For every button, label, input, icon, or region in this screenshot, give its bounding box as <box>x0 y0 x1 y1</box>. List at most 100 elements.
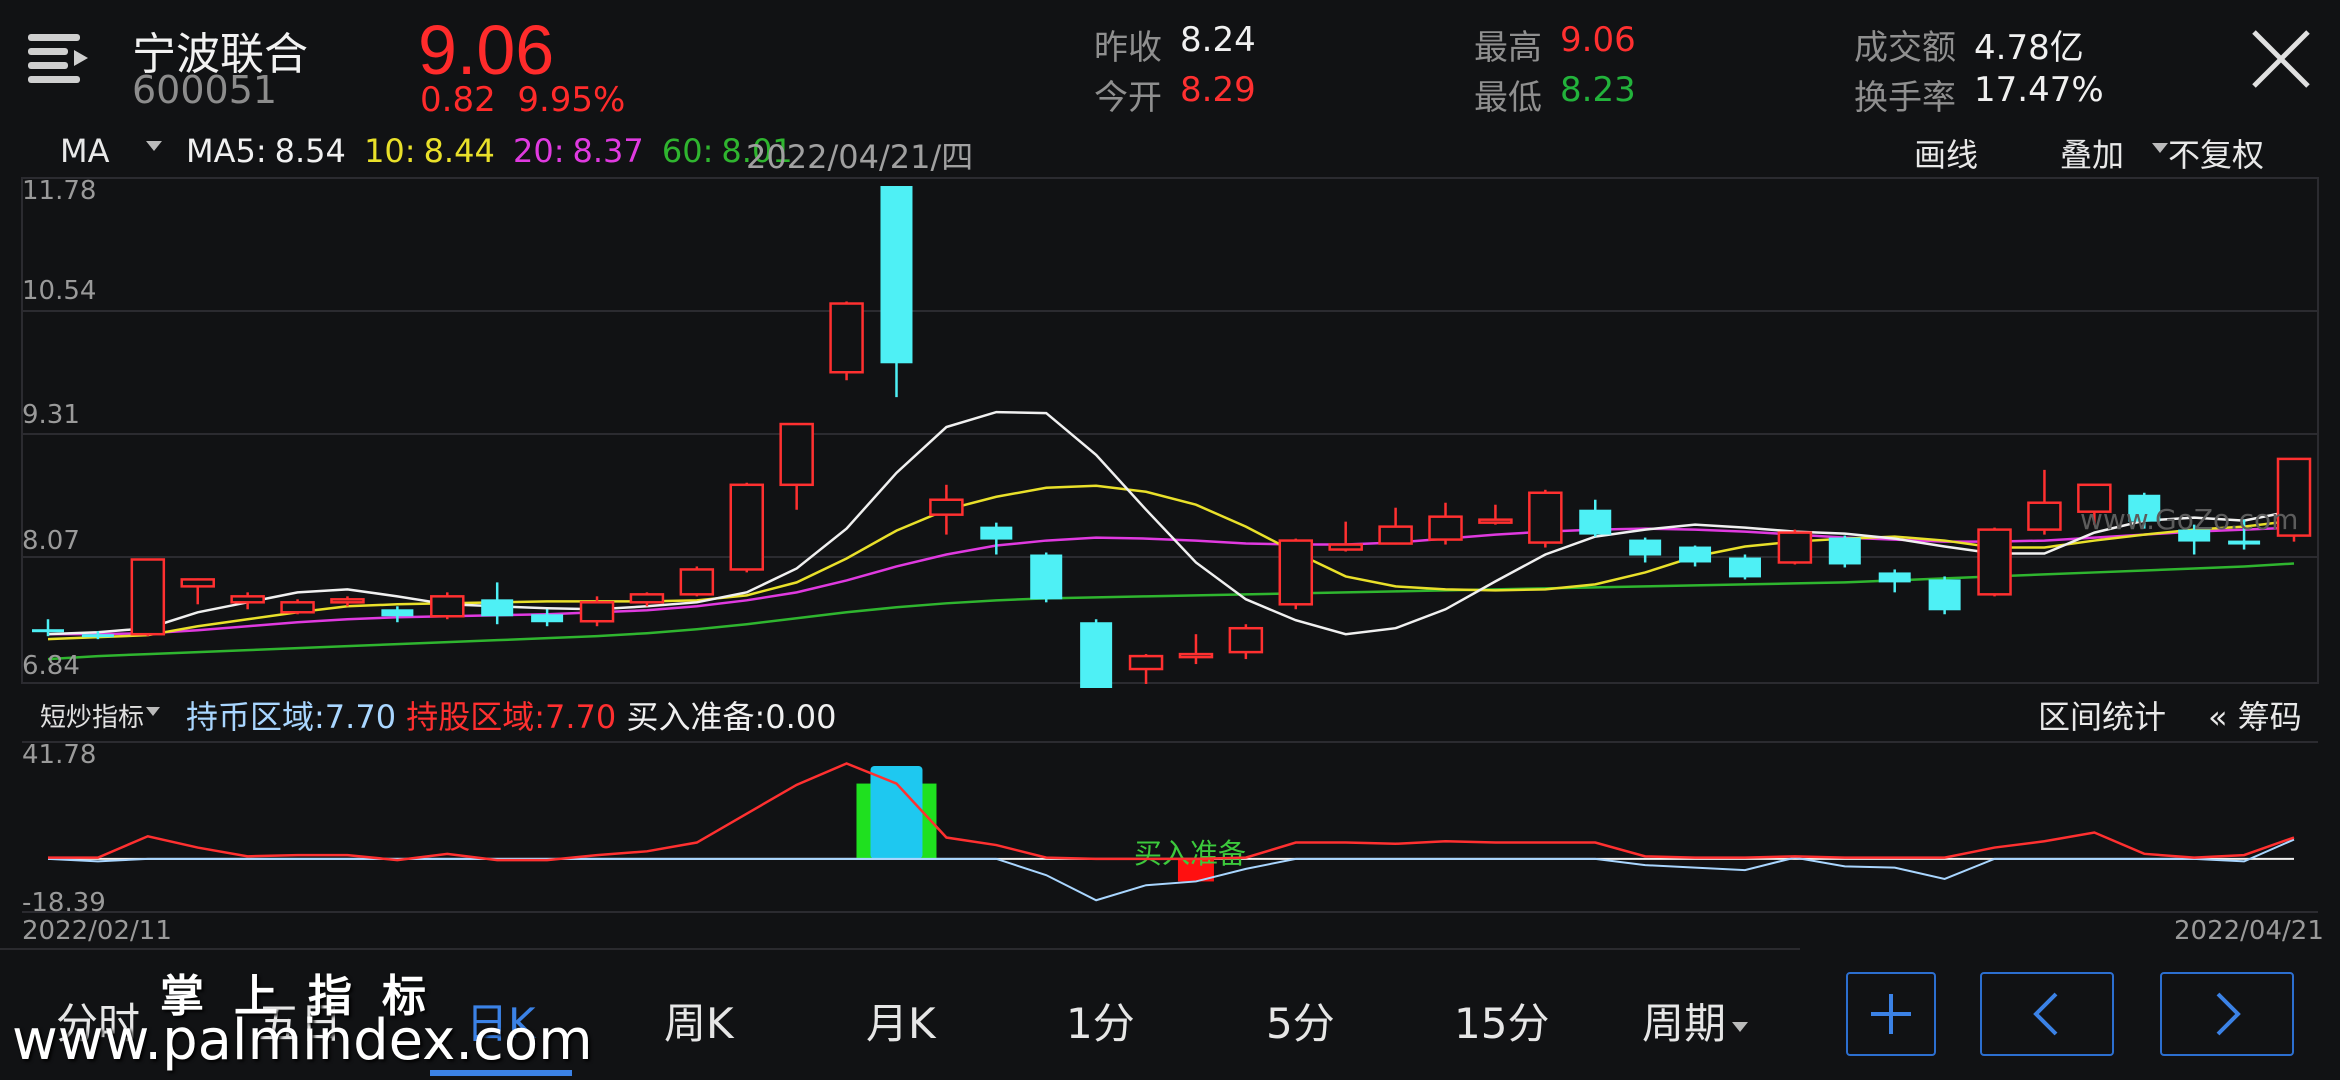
candle-body-down <box>1629 539 1662 556</box>
candle-body-up <box>1228 626 1264 654</box>
chevron-down-icon[interactable] <box>146 707 160 716</box>
menu-icon[interactable] <box>26 30 92 90</box>
candle <box>1828 535 1861 568</box>
chips-button[interactable]: « 筹码 <box>2208 692 2302 738</box>
candle <box>779 422 814 510</box>
candle-body-up <box>1128 654 1164 671</box>
range-stats-button[interactable]: 区间统计 <box>2038 692 2166 738</box>
candle <box>381 606 414 623</box>
change-percent: 9.95% <box>517 80 626 120</box>
candle-body-up <box>230 595 265 604</box>
candle-body-down <box>81 634 114 638</box>
candle-body-up <box>1777 531 1813 564</box>
candle <box>1278 538 1314 610</box>
candle <box>1478 504 1513 525</box>
candle <box>1128 654 1164 684</box>
candle <box>1579 499 1612 537</box>
ma-select[interactable]: MA <box>60 132 110 170</box>
stat-value-turnover-amount: 4.78亿 <box>1974 28 2084 68</box>
candle-body-up <box>1178 652 1214 659</box>
candle-body-up <box>1278 539 1314 606</box>
next-button[interactable] <box>2160 972 2294 1056</box>
candle <box>929 484 964 535</box>
candle-body-up <box>2027 501 2062 531</box>
tab-monthly-k[interactable]: 月K <box>866 990 936 1051</box>
candle <box>829 301 864 381</box>
candle <box>481 582 514 625</box>
candle <box>430 592 465 620</box>
stat-value-low: 8.23 <box>1560 70 1636 110</box>
chips-label: 筹码 <box>2237 698 2302 736</box>
candle-body-up <box>1378 525 1413 545</box>
close-icon[interactable] <box>2250 28 2312 90</box>
tab-weekly-k[interactable]: 周K <box>664 990 734 1051</box>
ma20-value: 8.37 <box>572 132 644 170</box>
buy-signal-text: 买入准备 <box>1134 837 1246 870</box>
candle <box>180 578 215 605</box>
tab-5-min[interactable]: 5分 <box>1266 990 1335 1051</box>
candle-body-up <box>1428 515 1463 541</box>
candle-body-down <box>2228 540 2261 545</box>
x-axis-start-date: 2022/02/11 <box>22 916 172 946</box>
stat-label-open: 今开 <box>1094 78 1162 118</box>
candle-body-up <box>579 601 615 623</box>
price-change: 0.82 9.95% <box>420 80 625 120</box>
prev-button[interactable] <box>1980 972 2114 1056</box>
candle-body-up <box>779 422 814 487</box>
chevron-down-icon[interactable] <box>146 141 162 151</box>
chevron-left-icon <box>2033 992 2058 1036</box>
stat-value-open: 8.29 <box>1180 70 1256 110</box>
y-tick-label: 9.31 <box>22 400 80 430</box>
plus-icon <box>1871 994 1911 1034</box>
chevron-down-icon <box>1732 1021 1749 1032</box>
y-tick-label: 11.78 <box>22 176 97 206</box>
candle <box>1528 489 1563 548</box>
hold-stock-label: 持股区域: <box>406 698 546 736</box>
stat-label-high: 最高 <box>1474 28 1542 68</box>
candle <box>1228 624 1264 660</box>
hold-bar <box>870 765 923 859</box>
candle <box>1378 507 1413 545</box>
candle-body-down <box>980 526 1013 540</box>
kline-chart[interactable] <box>0 168 2340 688</box>
ma60-label: 60: <box>661 132 714 170</box>
tab-period[interactable]: 周期 <box>1642 990 1749 1051</box>
candle-body-down <box>531 614 564 623</box>
candle <box>1679 545 1712 567</box>
current-price: 9.06 <box>418 11 555 89</box>
tab-15-min[interactable]: 15分 <box>1454 990 1549 1051</box>
candle <box>2027 469 2062 535</box>
candle-body-down <box>1828 537 1861 565</box>
indicator-chart[interactable]: 买入准备 <box>0 740 2340 920</box>
candle <box>1428 502 1463 545</box>
ma5-label: MA5: <box>186 132 267 170</box>
candle <box>1878 569 1911 593</box>
candle-body-up <box>330 598 365 604</box>
hold-coin-value: 7.70 <box>324 698 397 736</box>
candle-body-down <box>880 186 913 364</box>
stat-label-turnover-amount: 成交额 <box>1854 28 1956 68</box>
candle-body-down <box>1928 579 1961 611</box>
stat-label-low: 最低 <box>1474 78 1542 118</box>
y-tick-label: 41.78 <box>22 740 97 770</box>
add-button[interactable] <box>1846 972 1936 1056</box>
candle-body-up <box>629 593 665 604</box>
candle <box>1728 554 1761 580</box>
indicator-values: 持币区域:7.70 持股区域:7.70 买入准备:0.00 <box>186 692 836 738</box>
candle-body-up <box>1528 491 1563 544</box>
stat-value-high: 9.06 <box>1560 20 1636 60</box>
candle <box>1777 529 1813 565</box>
ma20-label: 20: <box>512 132 565 170</box>
candle-body-up <box>180 578 215 588</box>
candle-body-up <box>929 498 964 516</box>
candle <box>1977 527 2012 597</box>
candle <box>1030 552 1063 603</box>
chart-watermark: www.GoZo.com <box>2080 503 2299 536</box>
chevron-down-icon[interactable] <box>2152 143 2168 153</box>
candle-body-up <box>1328 543 1363 551</box>
indicator-select[interactable]: 短炒指标 <box>40 697 144 734</box>
candle-body-down <box>1728 557 1761 578</box>
y-tick-label: -18.39 <box>22 888 106 918</box>
tab-1-min[interactable]: 1分 <box>1066 990 1135 1051</box>
candle-body-up <box>729 483 765 571</box>
